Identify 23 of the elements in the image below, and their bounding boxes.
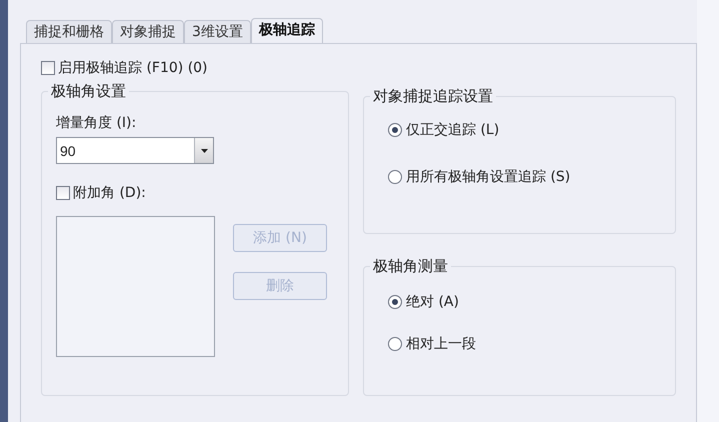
radio-label[interactable]: 相对上一段 <box>406 335 476 353</box>
radio-button[interactable] <box>388 123 402 137</box>
radio-button[interactable] <box>388 170 402 184</box>
tab[interactable]: 捕捉和栅格 <box>26 20 112 43</box>
tab[interactable]: 对象捕捉 <box>112 20 184 43</box>
angle-dropdown[interactable]: 90 <box>56 137 214 164</box>
radio-label[interactable]: 绝对 (A) <box>406 293 459 311</box>
checkbox-label[interactable]: 附加角 (D): <box>73 184 146 202</box>
angle-list[interactable] <box>56 216 215 357</box>
tab[interactable]: 3维设置 <box>184 20 251 43</box>
group-title: 对象捕捉追踪设置 <box>370 87 496 106</box>
checkbox-label[interactable]: 启用极轴追踪 (F10) (0) <box>58 59 208 77</box>
group-title: 极轴角测量 <box>370 257 451 276</box>
tab[interactable]: 极轴追踪 <box>250 18 323 43</box>
radio-button[interactable] <box>388 337 402 351</box>
group-title: 极轴角设置 <box>48 82 129 101</box>
checkbox[interactable] <box>41 61 55 75</box>
dropdown-arrow-icon <box>200 148 208 152</box>
radio-label[interactable]: 仅正交追踪 (L) <box>406 121 500 139</box>
radio-label[interactable]: 用所有极轴角设置追踪 (S) <box>406 168 570 186</box>
checkbox[interactable] <box>56 186 70 200</box>
field-label: 增量角度 (I): <box>56 114 138 132</box>
radio-button[interactable] <box>388 295 402 309</box>
